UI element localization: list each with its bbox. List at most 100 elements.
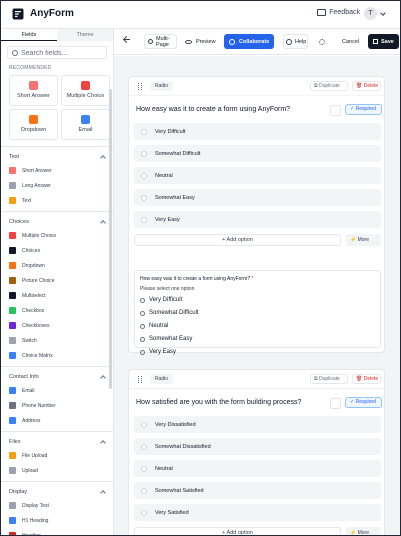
recommended-field-card[interactable]: Dropdown: [9, 109, 58, 140]
field-item-label: Picture Choice: [22, 277, 55, 284]
back-arrow-icon[interactable]: [124, 39, 130, 40]
field-item[interactable]: Multiselect: [9, 288, 105, 303]
add-option-button[interactable]: + Add option: [134, 234, 341, 246]
chevron-up-icon[interactable]: [100, 439, 106, 446]
field-item-label: Dropdown: [22, 262, 45, 269]
recommended-field-card[interactable]: Short Answer: [9, 75, 58, 106]
question-card[interactable]: Radio ⧉ Duplicate 🗑 Delete How easy was …: [128, 76, 385, 355]
feedback-button[interactable]: Feedback: [317, 9, 360, 16]
option-label[interactable]: Very Satisfied: [155, 510, 189, 516]
tab-theme[interactable]: Theme: [57, 29, 113, 41]
option-label[interactable]: Neutral: [155, 173, 173, 179]
multipage-button[interactable]: Multi-Page: [144, 34, 177, 49]
more-button[interactable]: ⚡ More: [346, 234, 381, 246]
option-row[interactable]: Neutral: [134, 167, 381, 184]
duplicate-button[interactable]: ⧉ Duplicate: [310, 81, 348, 91]
add-option-button[interactable]: + Add option: [134, 527, 341, 535]
preview-option[interactable]: Very Difficult: [140, 297, 182, 303]
option-row[interactable]: Neutral: [134, 460, 381, 477]
option-row[interactable]: Very Difficult: [134, 123, 381, 140]
section-header[interactable]: Contact Info: [9, 370, 106, 383]
option-label[interactable]: Somewhat Difficult: [155, 151, 200, 157]
collaborate-button[interactable]: Collaborate: [224, 34, 274, 49]
option-row[interactable]: Somewhat Difficult: [134, 145, 381, 162]
option-label[interactable]: Very Dissatisfied: [155, 422, 196, 428]
option-label[interactable]: Very Difficult: [155, 129, 185, 135]
recommended-field-card[interactable]: Email: [61, 109, 110, 140]
image-icon[interactable]: [330, 398, 341, 409]
field-item[interactable]: File Upload: [9, 448, 105, 463]
field-item[interactable]: Dropdown: [9, 258, 105, 273]
field-item[interactable]: H1 Heading: [9, 513, 105, 528]
field-item[interactable]: Switch: [9, 333, 105, 348]
cancel-button[interactable]: Cancel: [342, 34, 362, 49]
field-item[interactable]: Picture Choice: [9, 273, 105, 288]
search-input[interactable]: [21, 48, 106, 58]
preview-button[interactable]: Preview: [182, 34, 219, 49]
drag-handle-icon[interactable]: [138, 83, 142, 90]
field-item[interactable]: Checkbox: [9, 303, 105, 318]
field-item[interactable]: Short Answer: [9, 163, 105, 178]
field-item[interactable]: Heading: [9, 528, 105, 535]
preview-option[interactable]: Somewhat Difficult: [140, 310, 199, 316]
field-item[interactable]: Email: [9, 383, 105, 398]
option-row[interactable]: Somewhat Easy: [134, 189, 381, 206]
drag-handle-icon[interactable]: [138, 376, 142, 383]
field-item[interactable]: Display Text: [9, 498, 105, 513]
field-item[interactable]: Address: [9, 413, 105, 428]
help-button[interactable]: Help: [283, 34, 308, 49]
required-toggle[interactable]: ✓ Required: [345, 397, 382, 408]
option-row[interactable]: Very Dissatisfied: [134, 416, 381, 433]
section-header[interactable]: Files: [9, 435, 106, 448]
required-toggle[interactable]: ✓ Required: [345, 104, 382, 115]
image-icon[interactable]: [330, 105, 341, 116]
preview-option-label: Very Difficult: [149, 297, 183, 303]
duplicate-button[interactable]: ⧉ Duplicate: [310, 374, 348, 384]
question-title[interactable]: How easy was it to create a form using A…: [136, 106, 290, 113]
chevron-down-icon[interactable]: [380, 10, 386, 16]
question-card[interactable]: Radio ⧉ Duplicate 🗑 Delete How satisfied…: [128, 369, 385, 535]
option-label[interactable]: Somewhat Easy: [155, 195, 195, 201]
tab-fields[interactable]: Fields: [1, 29, 57, 41]
chevron-up-icon[interactable]: [100, 489, 106, 496]
preview-option[interactable]: Somewhat Easy: [140, 336, 192, 342]
delete-button[interactable]: 🗑 Delete: [352, 81, 381, 91]
sidebar-scrollbar[interactable]: [109, 89, 112, 389]
option-label[interactable]: Somewhat Satisfied: [155, 488, 204, 494]
settings-button[interactable]: [319, 34, 328, 49]
chevron-up-icon[interactable]: [100, 374, 106, 381]
field-item[interactable]: Upload: [9, 463, 105, 478]
field-item[interactable]: Checkboxes: [9, 318, 105, 333]
option-row[interactable]: Very Satisfied: [134, 504, 381, 521]
section-header[interactable]: Text: [9, 150, 106, 163]
more-button[interactable]: ⚡ More: [346, 527, 381, 535]
avatar[interactable]: T: [364, 7, 377, 20]
field-item[interactable]: Choices: [9, 243, 105, 258]
option-label[interactable]: Neutral: [155, 466, 173, 472]
field-item[interactable]: Text: [9, 193, 105, 208]
file-upload-icon: [9, 452, 16, 459]
preview-option[interactable]: Very Easy: [140, 349, 176, 355]
chevron-up-icon[interactable]: [100, 219, 106, 226]
card-header: Radio ⧉ Duplicate 🗑 Delete: [129, 370, 384, 388]
option-row[interactable]: Very Easy: [134, 211, 381, 228]
option-label[interactable]: Very Easy: [155, 217, 180, 223]
preview-option[interactable]: Neutral: [140, 323, 168, 329]
option-row[interactable]: Somewhat Dissatisfied: [134, 438, 381, 455]
field-item-label: Checkbox: [22, 307, 45, 314]
chevron-up-icon[interactable]: [100, 154, 106, 161]
recommended-field-card[interactable]: Multiple Choice: [61, 75, 110, 106]
section-header[interactable]: Choices: [9, 215, 106, 228]
radio-circle-icon: [141, 216, 147, 223]
field-item[interactable]: Phone Number: [9, 398, 105, 413]
option-label[interactable]: Somewhat Dissatisfied: [155, 444, 211, 450]
section-header[interactable]: Display: [9, 485, 106, 498]
save-button[interactable]: Save: [368, 34, 399, 49]
option-row[interactable]: Somewhat Satisfied: [134, 482, 381, 499]
field-item[interactable]: Choice Matrix: [9, 348, 105, 363]
field-item[interactable]: Long Answer: [9, 178, 105, 193]
delete-button[interactable]: 🗑 Delete: [352, 374, 381, 384]
question-title[interactable]: How satisfied are you with the form buil…: [136, 399, 301, 406]
search-box: [7, 46, 107, 59]
field-item[interactable]: Multiple Choice: [9, 228, 105, 243]
